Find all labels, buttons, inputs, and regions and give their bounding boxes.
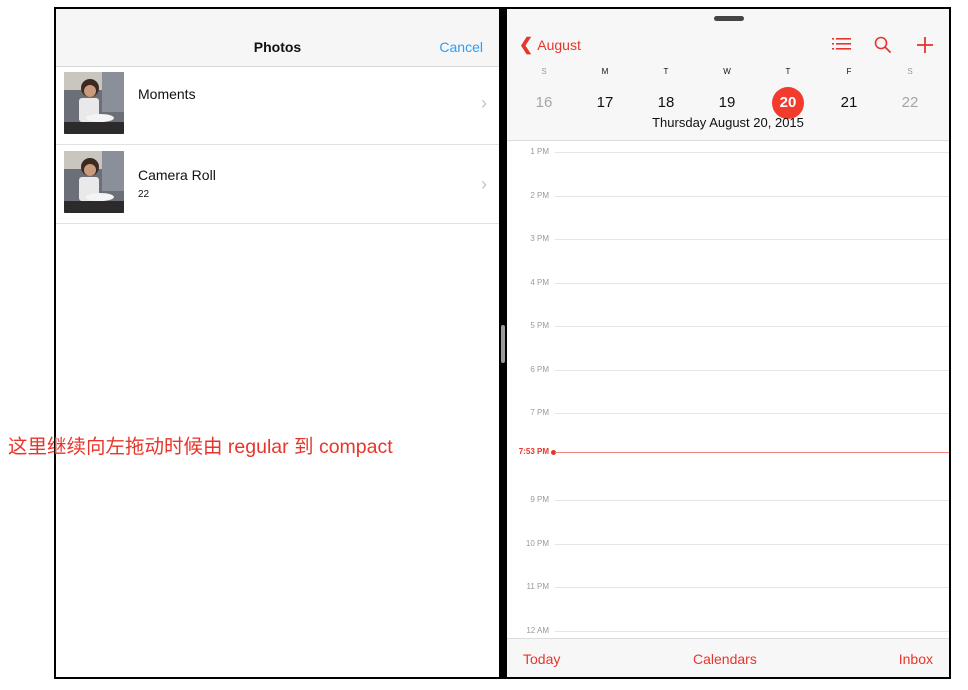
hour-label: 12 AM xyxy=(526,626,549,635)
add-icon[interactable] xyxy=(916,36,934,59)
hour-gridline xyxy=(555,631,949,632)
weekday-label: S xyxy=(541,67,547,76)
today-button[interactable]: Today xyxy=(523,651,560,667)
hour-label: 11 PM xyxy=(526,582,549,591)
back-to-month-button[interactable]: ❮ August xyxy=(519,35,581,55)
photos-title: Photos xyxy=(253,39,302,55)
slide-over-grabber[interactable] xyxy=(714,16,744,21)
hour-label: 3 PM xyxy=(530,234,549,243)
album-name: Moments xyxy=(138,86,196,102)
hour-gridline xyxy=(555,152,949,153)
inbox-button[interactable]: Inbox xyxy=(899,651,933,667)
hour-gridline xyxy=(555,544,949,545)
hour-row[interactable]: 1 PM xyxy=(507,147,949,156)
hour-label: 7 PM xyxy=(530,408,549,417)
photos-pane: Photos Cancel Moments › Camera Roll 22 › xyxy=(56,9,499,677)
hour-label: 2 PM xyxy=(530,191,549,200)
album-thumbnail xyxy=(64,151,124,213)
hour-label: 4 PM xyxy=(530,278,549,287)
hour-row[interactable]: 7 PM xyxy=(507,408,949,417)
hour-gridline xyxy=(555,196,949,197)
hour-label: 5 PM xyxy=(530,321,549,330)
cancel-button[interactable]: Cancel xyxy=(439,39,483,55)
hour-row[interactable]: 11 PM xyxy=(507,582,949,591)
calendars-button[interactable]: Calendars xyxy=(693,651,757,667)
hour-row[interactable]: 3 PM xyxy=(507,234,949,243)
status-bar xyxy=(56,9,499,29)
selected-date-caption: Thursday August 20, 2015 xyxy=(652,115,804,130)
hour-label: 6 PM xyxy=(530,365,549,374)
ipad-split-view: Photos Cancel Moments › Camera Roll 22 ›… xyxy=(54,7,951,679)
weekday-label: T xyxy=(785,67,791,76)
hour-row[interactable]: 9 PM xyxy=(507,495,949,504)
list-icon[interactable] xyxy=(832,36,852,57)
weekday-label: F xyxy=(846,67,852,76)
hour-gridline xyxy=(555,587,949,588)
hour-gridline xyxy=(555,500,949,501)
hour-label: 1 PM xyxy=(530,147,549,156)
hour-label: 9 PM xyxy=(530,495,549,504)
weekday-label: M xyxy=(601,67,609,76)
album-row-moments[interactable]: Moments › xyxy=(56,66,499,145)
hour-row[interactable]: 4 PM xyxy=(507,278,949,287)
search-icon[interactable] xyxy=(874,36,892,59)
hour-row[interactable]: 5 PM xyxy=(507,321,949,330)
chevron-left-icon: ❮ xyxy=(519,35,534,54)
back-label: August xyxy=(537,37,581,53)
hour-row[interactable]: 6 PM xyxy=(507,365,949,374)
hour-gridline xyxy=(555,326,949,327)
weekday-label: T xyxy=(663,67,669,76)
photos-nav-bar: Photos Cancel xyxy=(56,29,499,67)
album-thumbnail xyxy=(64,72,124,134)
album-count: 22 xyxy=(138,189,150,200)
split-view-drag-handle[interactable] xyxy=(501,325,505,363)
hour-row[interactable]: 12 AM xyxy=(507,626,949,635)
hour-row[interactable]: 2 PM xyxy=(507,191,949,200)
hour-gridline xyxy=(555,283,949,284)
chevron-right-icon: › xyxy=(481,174,487,194)
current-time-line xyxy=(555,452,949,453)
calendar-pane: ❮ August S M T W T F S 16 17 18 19 20 21… xyxy=(507,9,949,677)
annotation-caption: 这里继续向左拖动时候由 regular 到 compact xyxy=(8,436,393,458)
weekday-label: S xyxy=(907,67,913,76)
calendar-header: ❮ August S M T W T F S 16 17 18 19 20 21… xyxy=(507,9,949,141)
calendar-toolbar: Today Calendars Inbox xyxy=(507,638,949,677)
album-name: Camera Roll xyxy=(138,167,216,183)
hour-label: 10 PM xyxy=(525,539,549,548)
hour-row[interactable]: 10 PM xyxy=(507,539,949,548)
hour-gridline xyxy=(555,413,949,414)
chevron-right-icon: › xyxy=(481,93,487,113)
current-time-indicator: 7:53 PM xyxy=(507,447,949,456)
album-row-camera-roll[interactable]: Camera Roll 22 › xyxy=(56,145,499,224)
current-time-label: 7:53 PM xyxy=(518,447,549,456)
hour-gridline xyxy=(555,239,949,240)
hour-gridline xyxy=(555,370,949,371)
weekday-label: W xyxy=(723,67,731,76)
